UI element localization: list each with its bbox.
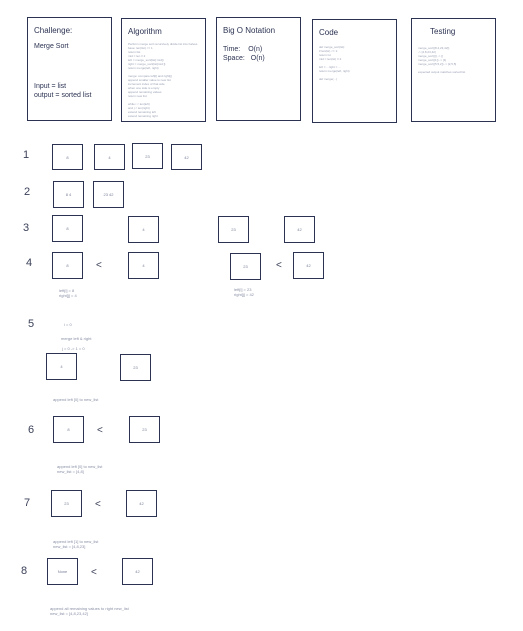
right-half-box: 23 42	[93, 181, 124, 208]
code-line: def merge(...)	[319, 77, 338, 81]
single-value-box: 4	[128, 216, 159, 243]
list-value-box: 23	[132, 143, 163, 169]
step-number-8: 8	[21, 565, 28, 577]
testing-cases: merge_sort([8,4,23,42]) -> [4,8,23,42] me…	[418, 46, 489, 74]
less-than-sign: <	[95, 499, 101, 510]
time-complexity: Time: O(n)	[223, 45, 294, 54]
space-label: Space:	[223, 55, 245, 62]
step-number-1: 1	[23, 149, 30, 161]
space-complexity: Space: O(n)	[223, 54, 294, 63]
step-number-7: 7	[24, 497, 31, 509]
challenge-subtitle: Merge Sort	[34, 43, 69, 50]
testing-title: Testing	[430, 27, 456, 36]
left-half-box: 8 4	[53, 181, 84, 208]
testing-card: Testing merge_sort([8,4,23,42]) -> [4,8,…	[411, 18, 496, 122]
algorithm-card: Algorithm Perform merge sort recursively…	[121, 18, 206, 122]
step-number-2: 2	[24, 186, 31, 198]
compare-left-box: 23	[230, 253, 261, 280]
code-card: Code def merge_sort(lst): if len(lst) <=…	[312, 19, 397, 123]
merge-note: merge left & right	[61, 336, 92, 341]
test-line: expected output matches sorted list	[418, 70, 466, 74]
challenge-title: Challenge:	[34, 26, 73, 35]
single-value-box: 8	[52, 215, 83, 242]
code-snippet: def merge_sort(lst): if len(lst) <= 1: r…	[319, 45, 390, 81]
less-than-sign: <	[91, 567, 97, 578]
merge-right-box: 23	[129, 416, 160, 443]
merge-left-box: 8	[53, 416, 84, 443]
time-value: O(n)	[248, 46, 263, 53]
index-note: j = 0 -> 1 = 0	[62, 346, 85, 351]
challenge-card: Challenge: Merge Sort Input = list outpu…	[27, 17, 112, 121]
space-value: O(n)	[250, 55, 265, 62]
algorithm-steps: Perform merge sort recursively divide li…	[128, 42, 199, 118]
step-number-4: 4	[26, 257, 33, 269]
comparison-note: left[i] = 8 right[j] = 4	[59, 288, 77, 298]
step-caption: append left [1] to new_list new_list = […	[53, 539, 99, 549]
comparison-note: left[i] = 23 right[j] = 42	[234, 287, 254, 297]
list-value-box: 42	[171, 144, 202, 170]
compare-right-box: 4	[128, 252, 159, 279]
compare-right-box: 42	[293, 252, 324, 279]
step-caption: append left [0] to new_list	[53, 397, 99, 402]
merge-left-box: 4	[46, 353, 77, 380]
step-caption: append all remaining values to right new…	[50, 606, 129, 616]
code-title: Code	[319, 28, 339, 37]
merge-left-box: 23	[51, 490, 82, 517]
index-note: i = 0	[64, 322, 72, 327]
less-than-sign: <	[96, 260, 102, 271]
merge-right-box: 42	[126, 490, 157, 517]
algorithm-title: Algorithm	[128, 27, 162, 36]
challenge-input: Input = list	[34, 83, 67, 90]
single-value-box: 42	[284, 216, 315, 243]
list-value-box: 8	[52, 144, 83, 170]
step-number-6: 6	[28, 424, 35, 436]
merge-right-box: 42	[122, 558, 153, 585]
step-number-3: 3	[23, 222, 30, 234]
challenge-output: output = sorted list	[34, 92, 92, 99]
big-o-title: Big O Notation	[223, 26, 276, 35]
big-o-card: Big O Notation Time: O(n) Space: O(n)	[216, 17, 301, 121]
step-number-5: 5	[28, 318, 35, 330]
time-label: Time:	[223, 46, 241, 53]
list-value-box: 4	[94, 144, 125, 170]
algorithm-line: extend remaining right	[128, 114, 158, 118]
compare-left-box: 8	[52, 252, 83, 279]
less-than-sign: <	[97, 425, 103, 436]
step-caption: append left [0] to new_list new_list = […	[57, 464, 103, 474]
single-value-box: 23	[218, 216, 249, 243]
merge-right-box: 23	[120, 354, 151, 381]
empty-left-box: None	[47, 558, 78, 585]
less-than-sign: <	[276, 260, 282, 271]
